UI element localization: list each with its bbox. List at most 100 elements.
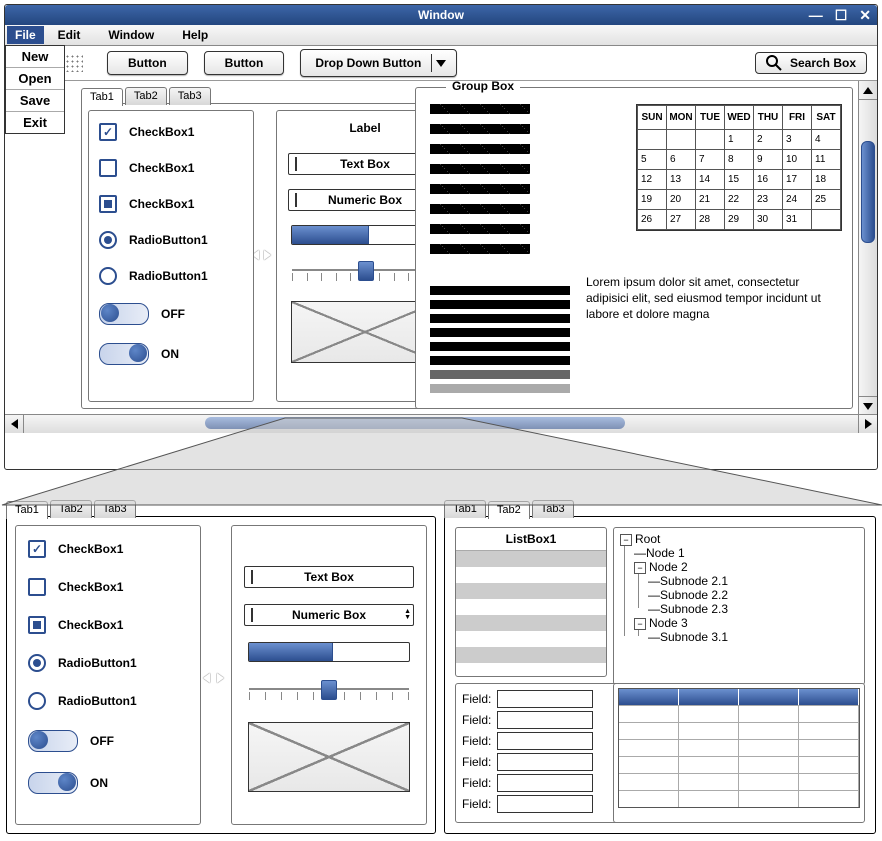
z2-tab-2[interactable]: Tab2 [488,501,530,519]
menu-window[interactable]: Window [94,26,168,44]
calendar-day[interactable]: 16 [754,170,783,190]
tab-3[interactable]: Tab3 [169,87,211,105]
calendar-day[interactable]: 31 [783,210,812,230]
toolbar-button-2[interactable]: Button [204,51,285,75]
data-grid[interactable] [618,688,860,808]
tree-view[interactable]: −Root —Node 1 −Node 2 —Subnode 2.1 —Subn… [613,527,865,685]
checkbox-3[interactable] [99,195,117,213]
tree-root[interactable]: Root [635,532,660,546]
calendar-day[interactable]: 7 [696,150,725,170]
calendar-day[interactable]: 26 [638,210,667,230]
list-box[interactable]: ListBox1 [455,527,607,677]
calendar-day[interactable]: 25 [812,190,841,210]
calendar-day[interactable]: 29 [725,210,754,230]
tab-2[interactable]: Tab2 [125,87,167,105]
h-scroll-thumb[interactable] [205,417,625,429]
calendar-day[interactable]: 4 [812,130,841,150]
z-checkbox-3[interactable] [28,616,46,634]
collapse-icon[interactable]: − [620,534,632,546]
title-bar[interactable]: Window — ☐ ✕ [5,5,877,25]
calendar-day[interactable]: 30 [754,210,783,230]
file-new[interactable]: New [6,46,64,68]
calendar-day[interactable]: 17 [783,170,812,190]
calendar-day[interactable] [696,130,725,150]
minimize-icon[interactable]: — [809,7,823,24]
radio-1[interactable] [99,231,117,249]
tree-node-2[interactable]: Node 2 [649,560,688,574]
z-nav-left-icon[interactable] [203,672,210,686]
calendar-day[interactable]: 10 [783,150,812,170]
calendar-day[interactable] [812,210,841,230]
tree-node-1[interactable]: Node 1 [646,546,685,560]
calendar-day[interactable]: 24 [783,190,812,210]
calendar-day[interactable] [638,130,667,150]
tree-subnode-2-2[interactable]: Subnode 2.2 [660,588,728,602]
close-icon[interactable]: ✕ [859,7,871,24]
tree-subnode-2-1[interactable]: Subnode 2.1 [660,574,728,588]
zoom-tab-2[interactable]: Tab2 [50,500,92,518]
calendar-day[interactable]: 20 [667,190,696,210]
calendar-day[interactable]: 27 [667,210,696,230]
calendar[interactable]: SUNMONTUEWEDTHUFRISAT1234567891011121314… [636,104,842,231]
calendar-day[interactable]: 22 [725,190,754,210]
checkbox-2[interactable] [99,159,117,177]
calendar-day[interactable]: 28 [696,210,725,230]
calendar-day[interactable]: 18 [812,170,841,190]
field-input-1[interactable] [497,690,593,708]
calendar-day[interactable]: 1 [725,130,754,150]
z-checkbox-2[interactable] [28,578,46,596]
scroll-up-icon[interactable] [859,81,877,100]
calendar-day[interactable]: 19 [638,190,667,210]
search-box[interactable]: Search Box [755,52,867,74]
nav-right-icon[interactable] [264,249,271,263]
calendar-day[interactable]: 15 [725,170,754,190]
file-save[interactable]: Save [6,90,64,112]
v-scroll-thumb[interactable] [861,141,875,243]
calendar-day[interactable]: 8 [725,150,754,170]
field-input-4[interactable] [497,753,593,771]
tab-1[interactable]: Tab1 [81,88,123,106]
calendar-day[interactable]: 6 [667,150,696,170]
toggle-on[interactable] [99,343,149,365]
calendar-day[interactable]: 13 [667,170,696,190]
scroll-down-icon[interactable] [859,396,877,415]
file-exit[interactable]: Exit [6,112,64,133]
field-input-2[interactable] [497,711,593,729]
z-text-box[interactable]: Text Box [244,566,414,588]
calendar-day[interactable]: 11 [812,150,841,170]
z-slider[interactable] [249,678,409,706]
vertical-scrollbar[interactable] [858,81,877,415]
z-checkbox-1[interactable] [28,540,46,558]
tree-subnode-3-1[interactable]: Subnode 3.1 [660,630,728,644]
z-radio-1[interactable] [28,654,46,672]
radio-2[interactable] [99,267,117,285]
calendar-day[interactable]: 2 [754,130,783,150]
calendar-day[interactable]: 14 [696,170,725,190]
calendar-day[interactable]: 21 [696,190,725,210]
calendar-day[interactable]: 3 [783,130,812,150]
toolbar-button-1[interactable]: Button [107,51,188,75]
z-nav-right-icon[interactable] [217,672,224,686]
collapse-icon[interactable]: − [634,618,646,630]
slider-handle[interactable] [358,261,374,281]
calendar-day[interactable]: 9 [754,150,783,170]
calendar-day[interactable]: 23 [754,190,783,210]
collapse-icon[interactable]: − [634,562,646,574]
z-toggle-off[interactable] [28,730,78,752]
horizontal-scrollbar[interactable] [5,414,877,433]
field-input-3[interactable] [497,732,593,750]
zoom-tab-3[interactable]: Tab3 [94,500,136,518]
field-input-5[interactable] [497,774,593,792]
toolbar-grip-icon[interactable] [65,54,83,72]
z-radio-2[interactable] [28,692,46,710]
tree-node-3[interactable]: Node 3 [649,616,688,630]
tree-subnode-2-3[interactable]: Subnode 2.3 [660,602,728,616]
file-open[interactable]: Open [6,68,64,90]
maximize-icon[interactable]: ☐ [835,7,848,24]
field-input-6[interactable] [497,795,593,813]
checkbox-1[interactable] [99,123,117,141]
toolbar-dropdown-button[interactable]: Drop Down Button [300,49,457,77]
calendar-day[interactable]: 5 [638,150,667,170]
zoom-tab-1[interactable]: Tab1 [6,501,48,519]
z2-tab-3[interactable]: Tab3 [532,500,574,518]
